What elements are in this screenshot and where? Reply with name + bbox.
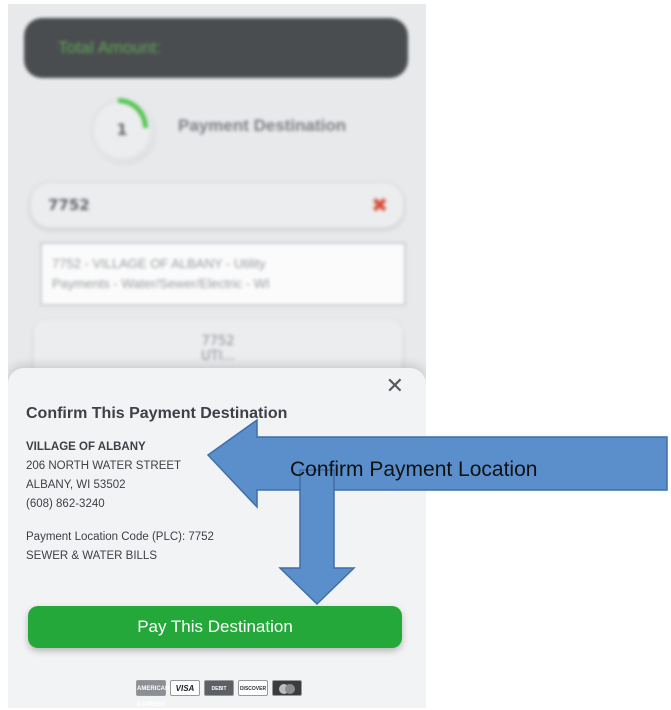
annotation-label: Confirm Payment Location [290,458,538,481]
annotation-arrows [206,418,668,606]
